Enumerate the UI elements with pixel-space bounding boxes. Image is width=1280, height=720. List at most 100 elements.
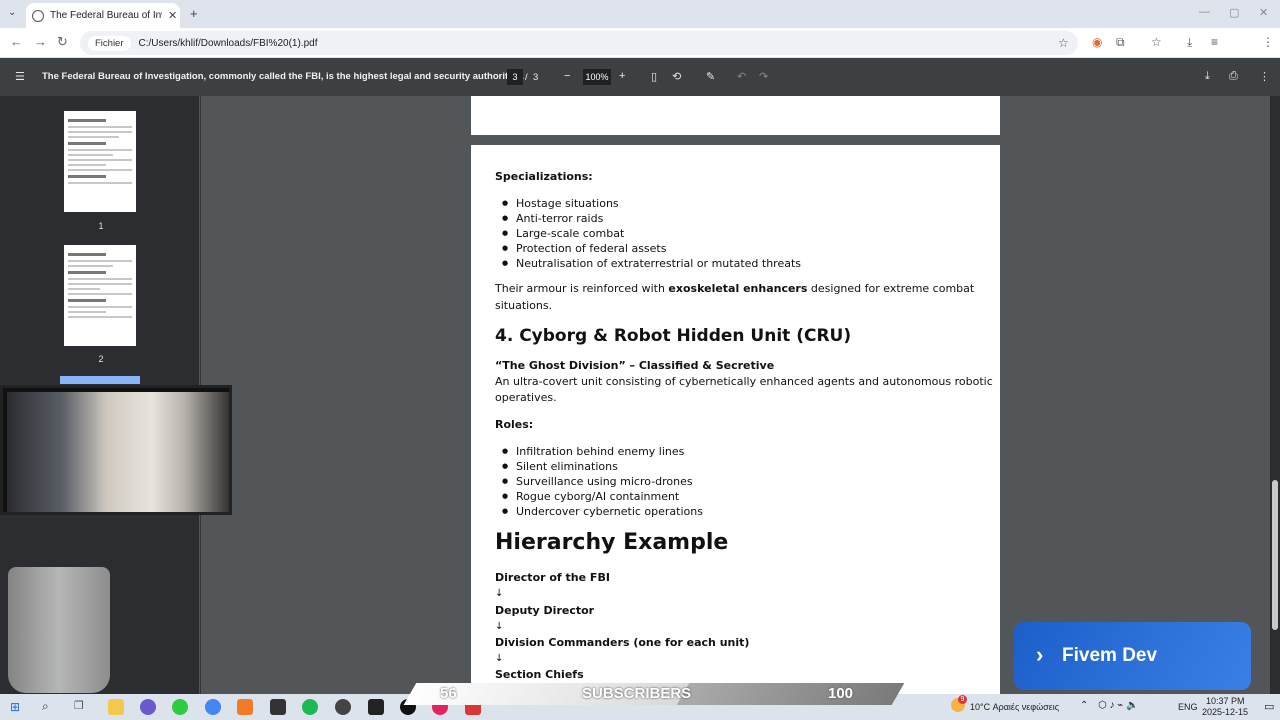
subscriber-count: 56: [440, 685, 457, 702]
thumbnail-number: 1: [98, 221, 104, 231]
favorites-icon[interactable]: ☆: [1151, 35, 1162, 49]
new-tab-button[interactable]: +: [190, 6, 198, 21]
sidebar-menu-icon[interactable]: ☰: [15, 70, 25, 83]
list-item: Hostage situations: [502, 197, 619, 210]
pdf-toolbar: ☰ The Federal Bureau of Investigation, c…: [0, 58, 1280, 96]
hierarchy-item: Division Commanders (one for each unit): [495, 636, 750, 649]
site-info-chip[interactable]: Fichier: [88, 35, 131, 51]
vertical-scrollbar[interactable]: [1270, 96, 1280, 694]
address-row: ← → ↻ Fichier C:/Users/khlif/Downloads/F…: [0, 28, 1280, 77]
cru-subtitle: “The Ghost Division” – Classified & Secr…: [495, 359, 775, 372]
undo-icon[interactable]: ↶: [737, 70, 746, 83]
reload-icon[interactable]: ↻: [57, 34, 68, 50]
discord-icon[interactable]: [140, 699, 156, 715]
media-icon[interactable]: ≡: [1211, 35, 1218, 49]
fivem-label: Fivem Dev: [1062, 645, 1158, 666]
restore-icon[interactable]: ▢: [1229, 6, 1239, 19]
forward-icon[interactable]: →: [34, 34, 47, 49]
bookmark-star-icon[interactable]: ☆: [1058, 36, 1069, 50]
subscriber-label: SUBSCRIBERS: [582, 685, 692, 702]
down-arrow-icon: ↓: [495, 588, 504, 599]
close-tab-icon[interactable]: ✕: [168, 9, 177, 22]
tray-icons[interactable]: ⬡ ♪ ⌁ 🔈: [1098, 700, 1139, 711]
search-icon[interactable]: ⌕: [42, 699, 49, 714]
print-icon[interactable]: ⎙: [1229, 70, 1238, 83]
spotify-icon[interactable]: [302, 699, 318, 715]
previous-page-bottom: [471, 96, 1000, 135]
pdf-title: The Federal Bureau of Investigation, com…: [42, 71, 524, 82]
close-window-icon[interactable]: ✕: [1259, 6, 1268, 19]
globe-icon: [32, 9, 44, 22]
armour-emphasis: exoskeletal enhancers: [668, 282, 808, 295]
tray-chevron-icon[interactable]: ⌃: [1080, 700, 1088, 711]
fit-page-icon[interactable]: ▯: [651, 70, 657, 83]
pdf-download-icon[interactable]: ⤓: [1205, 70, 1210, 83]
armour-paragraph: Their armour is reinforced with exoskele…: [495, 281, 974, 297]
app-green-icon[interactable]: [172, 699, 188, 715]
browser-tab-strip: ⌄ The Federal Bureau of Investiga ✕ + — …: [0, 0, 1280, 28]
list-item: Infiltration behind enemy lines: [502, 445, 684, 458]
language-indicator[interactable]: ENG: [1178, 702, 1198, 712]
fivem-dev-badge: › Fivem Dev: [1014, 622, 1251, 690]
page-thumbnail-2[interactable]: [64, 245, 136, 346]
back-icon[interactable]: ←: [10, 34, 23, 49]
list-item: Large-scale combat: [502, 227, 624, 240]
page-number-input[interactable]: 3: [507, 69, 523, 85]
zoom-input[interactable]: 100%: [583, 69, 611, 85]
download-icon[interactable]: ⤓: [1187, 35, 1192, 50]
task-view-icon[interactable]: ❐: [74, 699, 84, 712]
chevron-right-icon: ›: [1036, 642, 1044, 667]
webcam-feed: [7, 392, 229, 512]
cru-description: An ultra-covert unit consisting of cyber…: [495, 375, 993, 388]
specializations-label: Specializations:: [495, 170, 593, 183]
webcam-overlay: [0, 385, 232, 515]
clock-time[interactable]: 10:37 PM: [1206, 696, 1245, 706]
redo-icon[interactable]: ↷: [759, 70, 768, 83]
obs-icon[interactable]: [335, 699, 351, 715]
thumbnail-number: 2: [98, 354, 104, 364]
scrollbar-thumb[interactable]: [1272, 480, 1278, 630]
list-item: Silent eliminations: [502, 460, 618, 473]
tab-search-icon[interactable]: ⌄: [8, 7, 16, 18]
notepad-icon[interactable]: [270, 699, 286, 715]
page-separator: /: [525, 72, 528, 83]
list-item: Surveillance using micro-drones: [502, 475, 693, 488]
file-explorer-icon[interactable]: [108, 699, 124, 715]
hierarchy-heading: Hierarchy Example: [495, 530, 729, 555]
subscriber-goal: 100: [828, 685, 854, 702]
chrome-icon[interactable]: [205, 699, 221, 715]
armour-text: Their armour is reinforced with: [495, 282, 669, 295]
extension-icon[interactable]: ◉: [1092, 35, 1102, 49]
clock-date[interactable]: 2025-12-15: [1202, 707, 1248, 717]
total-pages: 3: [533, 72, 539, 83]
list-item: Anti-terror raids: [502, 212, 603, 225]
pdf-more-icon[interactable]: ⋮: [1259, 70, 1270, 83]
minimize-icon[interactable]: —: [1199, 6, 1210, 18]
menu-icon[interactable]: ⋮: [1262, 35, 1274, 49]
armour-text-end: designed for extreme combat: [807, 282, 975, 295]
zoom-out-icon[interactable]: −: [564, 70, 570, 82]
page-thumbnail-3-selected[interactable]: [60, 376, 140, 384]
rotate-icon[interactable]: ⟲: [672, 70, 681, 83]
weather-text[interactable]: 10°C Αραιές νεφώσεις: [970, 702, 1059, 712]
terminal-icon[interactable]: [368, 699, 384, 715]
windows-start-icon[interactable]: ⊞: [10, 700, 20, 714]
pdf-viewer: Specializations: Hostage situations Anti…: [201, 96, 1270, 694]
tab-title: The Federal Bureau of Investiga: [50, 10, 162, 21]
list-item: Undercover cybernetic operations: [502, 505, 703, 518]
weather-badge: 9: [958, 695, 967, 704]
subscriber-goal-bar: 56 SUBSCRIBERS 100: [403, 683, 905, 705]
address-bar[interactable]: Fichier C:/Users/khlif/Downloads/FBI%20(…: [80, 31, 1078, 55]
puzzle-icon[interactable]: ⧉: [1116, 35, 1125, 50]
list-item: Rogue cyborg/AI containment: [502, 490, 679, 503]
notification-icon[interactable]: ▭: [1264, 700, 1274, 713]
annotate-icon[interactable]: ✎: [706, 70, 715, 83]
hierarchy-item: Deputy Director: [495, 604, 595, 617]
zoom-in-icon[interactable]: +: [619, 70, 625, 82]
browser-tab[interactable]: The Federal Bureau of Investiga ✕: [26, 3, 180, 28]
armour-paragraph-line2: situations.: [495, 299, 553, 312]
page-thumbnail-1[interactable]: [64, 111, 136, 212]
list-item: Protection of federal assets: [502, 242, 667, 255]
hierarchy-item: Director of the FBI: [495, 571, 610, 584]
app-orange-icon[interactable]: [237, 699, 253, 715]
